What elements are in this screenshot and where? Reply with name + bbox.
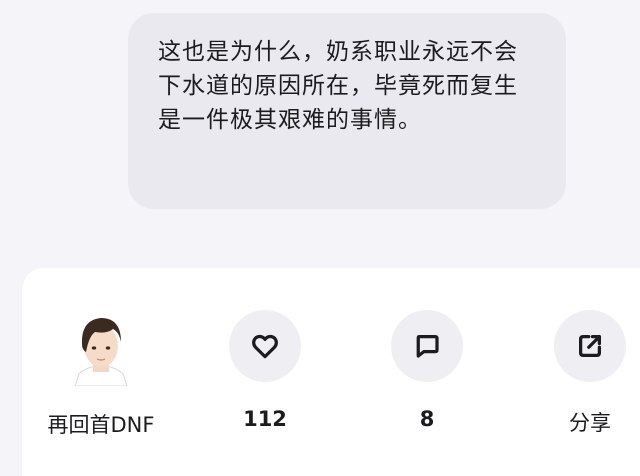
comment-button[interactable] — [391, 310, 463, 382]
avatar-illustration — [74, 318, 128, 387]
comment-action[interactable]: 8 — [367, 310, 487, 431]
like-button[interactable] — [229, 310, 301, 382]
heart-icon — [252, 334, 278, 359]
author-avatar[interactable] — [69, 310, 133, 387]
comment-bubble-icon — [416, 335, 439, 358]
action-bar: 再回首DNF 112 8 分享 — [22, 268, 640, 476]
share-action[interactable]: 分享 — [530, 310, 640, 437]
author-name[interactable]: 再回首DNF — [41, 409, 161, 439]
comment-count: 8 — [419, 407, 435, 431]
message-bubble: 这也是为什么，奶系职业永远不会下水道的原因所在，毕竟死而复生是一件极其艰难的事情… — [128, 13, 566, 209]
like-count: 112 — [243, 407, 287, 431]
share-label: 分享 — [569, 411, 611, 435]
like-action[interactable]: 112 — [205, 310, 325, 431]
message-text: 这也是为什么，奶系职业永远不会下水道的原因所在，毕竟死而复生是一件极其艰难的事情… — [158, 39, 518, 133]
share-button[interactable] — [554, 310, 626, 382]
share-arrow-icon — [579, 335, 601, 357]
author-profile[interactable]: 再回首DNF — [41, 310, 161, 439]
